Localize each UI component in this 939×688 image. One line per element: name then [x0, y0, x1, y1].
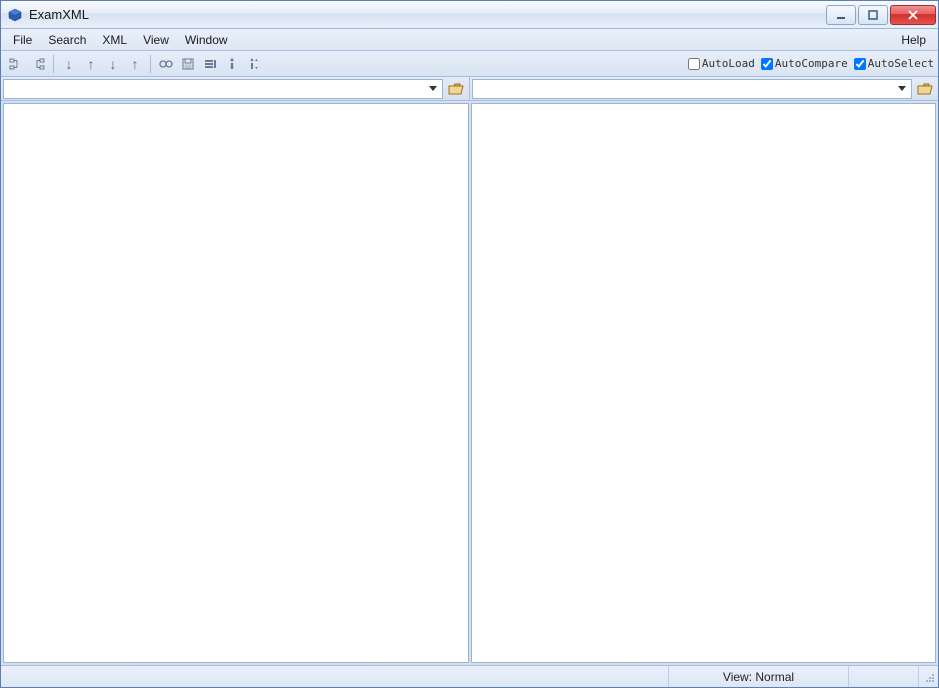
app-window: ExamXML File Search XML View Window Help [0, 0, 939, 688]
left-pane[interactable] [3, 103, 469, 663]
folder-open-icon [917, 82, 933, 96]
menu-xml[interactable]: XML [94, 31, 135, 49]
toolbar-next-diff-alt-icon[interactable]: ↓ [102, 53, 124, 75]
toolbar-prev-diff-icon[interactable]: ↑ [80, 53, 102, 75]
autoselect-input[interactable] [854, 58, 866, 70]
right-pane[interactable] [471, 103, 937, 663]
autoload-input[interactable] [688, 58, 700, 70]
autoselect-label: AutoSelect [868, 57, 934, 70]
app-icon [7, 7, 23, 23]
autoload-checkbox[interactable]: AutoLoad [688, 57, 755, 70]
left-open-button[interactable] [445, 79, 467, 99]
right-file-slot [469, 77, 938, 100]
toolbar-separator [53, 55, 54, 73]
status-extra [848, 666, 918, 687]
toolbar-next-diff-icon[interactable]: ↓ [58, 53, 80, 75]
status-message [1, 666, 668, 687]
autoload-label: AutoLoad [702, 57, 755, 70]
window-title: ExamXML [29, 7, 824, 22]
autocompare-label: AutoCompare [775, 57, 848, 70]
menu-view[interactable]: View [135, 31, 177, 49]
toolbar-tree-right-icon[interactable] [27, 53, 49, 75]
content-area [1, 101, 938, 665]
maximize-button[interactable] [858, 5, 888, 25]
toolbar-options-icon[interactable] [199, 53, 221, 75]
auto-options: AutoLoad AutoCompare AutoSelect [688, 57, 934, 70]
menu-search[interactable]: Search [40, 31, 94, 49]
autocompare-checkbox[interactable]: AutoCompare [761, 57, 848, 70]
toolbar-info-alt-icon[interactable] [243, 53, 265, 75]
right-file-dropdown-icon[interactable] [895, 82, 909, 96]
folder-open-icon [448, 82, 464, 96]
menu-window[interactable]: Window [177, 31, 236, 49]
toolbar: ↓ ↑ ↓ ↑ AutoLoad AutoCompare [1, 51, 938, 77]
toolbar-info-icon[interactable] [221, 53, 243, 75]
toolbar-find-icon[interactable] [155, 53, 177, 75]
window-controls [824, 5, 936, 25]
file-selector-row [1, 77, 938, 101]
toolbar-prev-diff-alt-icon[interactable]: ↑ [124, 53, 146, 75]
close-button[interactable] [890, 5, 936, 25]
toolbar-tree-left-icon[interactable] [5, 53, 27, 75]
status-view-mode: View: Normal [668, 666, 848, 687]
toolbar-separator [150, 55, 151, 73]
resize-grip-icon[interactable] [918, 666, 938, 687]
title-bar: ExamXML [1, 1, 938, 29]
menu-help[interactable]: Help [893, 31, 934, 49]
left-file-combo[interactable] [3, 79, 443, 99]
autocompare-input[interactable] [761, 58, 773, 70]
menu-bar: File Search XML View Window Help [1, 29, 938, 51]
right-file-combo[interactable] [472, 79, 912, 99]
menu-file[interactable]: File [5, 31, 40, 49]
left-file-dropdown-icon[interactable] [426, 82, 440, 96]
status-bar: View: Normal [1, 665, 938, 687]
right-open-button[interactable] [914, 79, 936, 99]
left-file-slot [1, 77, 469, 100]
minimize-button[interactable] [826, 5, 856, 25]
toolbar-save-icon[interactable] [177, 53, 199, 75]
autoselect-checkbox[interactable]: AutoSelect [854, 57, 934, 70]
